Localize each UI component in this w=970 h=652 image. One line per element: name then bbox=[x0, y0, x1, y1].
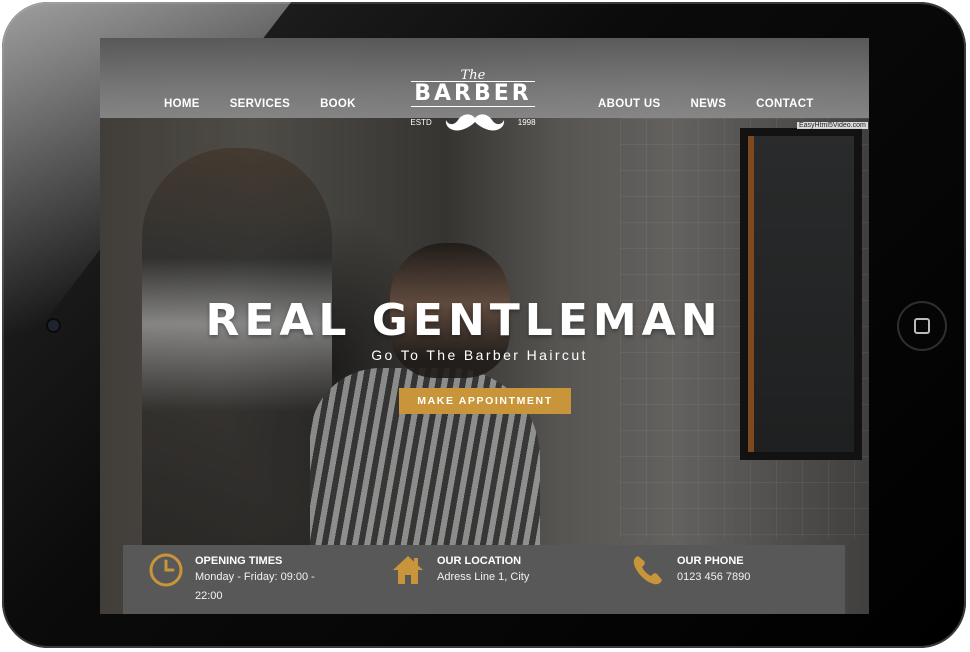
opening-times: OPENING TIMES Monday - Friday: 09:00 - 2… bbox=[149, 553, 325, 606]
home-button-icon bbox=[914, 318, 930, 334]
home-icon bbox=[393, 556, 423, 584]
video-watermark: EasyHtml5Video.com bbox=[797, 122, 868, 129]
camera-icon bbox=[48, 320, 59, 331]
tablet-frame: HOME SERVICES BOOK The BARBER ESTD 1998 … bbox=[2, 2, 966, 648]
phone-icon bbox=[633, 556, 662, 585]
logo-word: BARBER bbox=[411, 81, 535, 107]
logo-estd: ESTD bbox=[410, 117, 432, 127]
clock-icon bbox=[149, 553, 183, 587]
site-logo[interactable]: The BARBER ESTD 1998 bbox=[398, 68, 548, 148]
logo-bottom: ESTD 1998 bbox=[403, 111, 543, 133]
nav-contact[interactable]: CONTACT bbox=[756, 98, 813, 110]
logo-year: 1998 bbox=[517, 117, 536, 127]
mustache-icon bbox=[445, 114, 504, 131]
logo-main: BARBER bbox=[398, 81, 548, 107]
nav-home[interactable]: HOME bbox=[164, 98, 200, 110]
our-phone-text[interactable]: 0123 456 7890 bbox=[677, 568, 750, 587]
opening-times-content: OPENING TIMES Monday - Friday: 09:00 - 2… bbox=[195, 553, 325, 606]
our-location: OUR LOCATION Adress Line 1, City bbox=[391, 553, 529, 587]
our-location-content: OUR LOCATION Adress Line 1, City bbox=[437, 553, 529, 587]
nav-book[interactable]: BOOK bbox=[320, 98, 356, 110]
nav-about-us[interactable]: ABOUT US bbox=[598, 98, 660, 110]
our-location-title: OUR LOCATION bbox=[437, 555, 522, 567]
nav-left: HOME SERVICES BOOK bbox=[164, 98, 356, 110]
make-appointment-button[interactable]: MAKE APPOINTMENT bbox=[399, 388, 571, 414]
hero-subtitle: Go To The Barber Haircut bbox=[371, 347, 588, 363]
opening-times-title: OPENING TIMES bbox=[195, 555, 283, 567]
our-phone-content: OUR PHONE 0123 456 7890 bbox=[677, 553, 750, 587]
our-location-text: Adress Line 1, City bbox=[437, 571, 530, 583]
our-phone-title: OUR PHONE bbox=[677, 555, 744, 567]
nav-services[interactable]: SERVICES bbox=[230, 98, 290, 110]
nav-right: ABOUT US NEWS CONTACT bbox=[598, 98, 814, 110]
hero-subtitle-wrap: Go To The Barber Haircut bbox=[100, 347, 869, 363]
home-button[interactable] bbox=[899, 303, 945, 349]
hero-title: REAL GENTLEMAN bbox=[205, 295, 723, 346]
nav-news[interactable]: NEWS bbox=[690, 98, 726, 110]
info-strip: OPENING TIMES Monday - Friday: 09:00 - 2… bbox=[123, 545, 845, 614]
website-screen: HOME SERVICES BOOK The BARBER ESTD 1998 … bbox=[100, 38, 869, 614]
our-phone: OUR PHONE 0123 456 7890 bbox=[631, 553, 750, 587]
opening-times-text: Monday - Friday: 09:00 - 22:00 bbox=[195, 571, 315, 602]
